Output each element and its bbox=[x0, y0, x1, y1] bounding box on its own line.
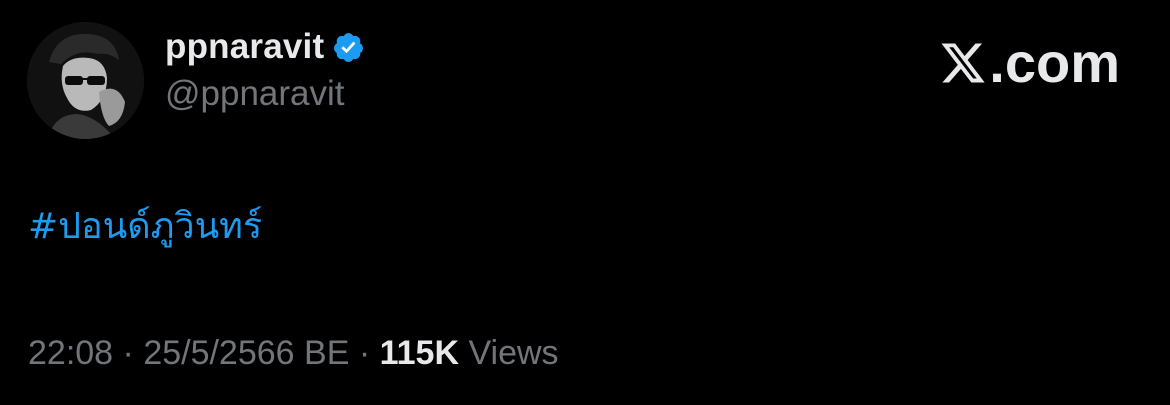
x-logo-icon bbox=[941, 43, 985, 82]
brand-watermark: .com bbox=[939, 30, 1120, 95]
avatar[interactable] bbox=[27, 22, 144, 139]
handle[interactable]: @ppnaravit bbox=[165, 74, 365, 114]
tweet-time[interactable]: 22:08 bbox=[28, 334, 113, 372]
hashtag-link[interactable]: #ปอนด์ภูวินทร์ bbox=[28, 206, 262, 247]
meta-separator: · bbox=[113, 334, 144, 372]
author-block: ppnaravit @ppnaravit bbox=[165, 26, 365, 114]
brand-label: .com bbox=[989, 31, 1120, 94]
views-label: Views bbox=[459, 334, 559, 372]
tweet-date[interactable]: 25/5/2566 BE bbox=[143, 334, 349, 372]
verified-badge-icon bbox=[332, 31, 365, 64]
tweet-meta: 22:08 · 25/5/2566 BE · 115K Views bbox=[28, 334, 559, 373]
views-count[interactable]: 115K bbox=[380, 334, 459, 372]
meta-separator: · bbox=[349, 334, 380, 372]
name-row: ppnaravit bbox=[165, 26, 365, 68]
tweet-text: #ปอนด์ภูวินทร์ bbox=[28, 197, 262, 254]
profile-photo-icon bbox=[27, 22, 144, 139]
tweet-card: ppnaravit @ppnaravit .com #ปอนด์ภูวินทร์… bbox=[0, 0, 1170, 405]
display-name[interactable]: ppnaravit bbox=[165, 27, 324, 67]
